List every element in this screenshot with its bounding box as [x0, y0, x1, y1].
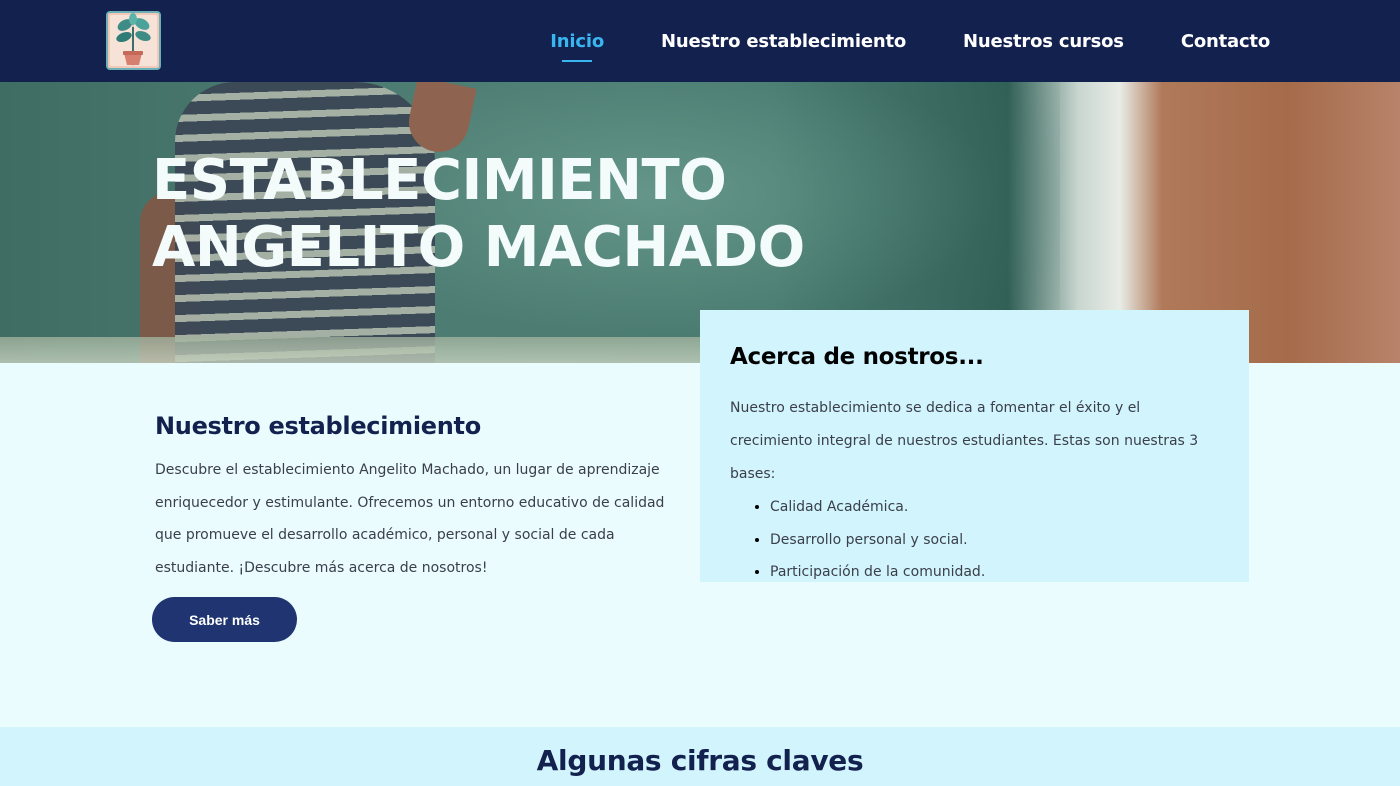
hero-title-line-1: ESTABLECIMIENTO: [152, 148, 727, 213]
hero-title-line-2: ANGELITO MACHADO: [152, 215, 805, 280]
main-nav: Inicio Nuestro establecimiento Nuestros …: [550, 0, 1270, 82]
establecimiento-text: Descubre el establecimiento Angelito Mac…: [155, 462, 665, 576]
establecimiento-title: Nuestro establecimiento: [155, 412, 481, 440]
site-header: Inicio Nuestro establecimiento Nuestros …: [0, 0, 1400, 82]
nav-item-nuestro-establecimiento[interactable]: Nuestro establecimiento: [661, 31, 906, 52]
saber-mas-button[interactable]: Saber más: [152, 597, 297, 642]
cifras-section: Algunas cifras claves: [0, 727, 1400, 786]
nav-item-contacto[interactable]: Contacto: [1181, 31, 1270, 52]
bases-list: Calidad Académica. Desarrollo personal y…: [730, 491, 1219, 589]
about-title: Acerca de nostros...: [730, 344, 984, 370]
list-item: Desarrollo personal y social.: [770, 524, 1219, 557]
list-item: Participación de la comunidad.: [770, 556, 1219, 589]
about-text: Nuestro establecimiento se dedica a fome…: [730, 400, 1199, 482]
plant-book-logo-icon[interactable]: [105, 9, 162, 71]
cifras-title: Algunas cifras claves: [536, 744, 864, 777]
nav-item-inicio[interactable]: Inicio: [550, 31, 604, 52]
hero-title: ESTABLECIMIENTO ANGELITO MACHADO: [152, 147, 805, 281]
about-card: Acerca de nostros... Nuestro establecimi…: [700, 310, 1249, 582]
nav-item-nuestros-cursos[interactable]: Nuestros cursos: [963, 31, 1124, 52]
list-item: Calidad Académica.: [770, 491, 1219, 524]
